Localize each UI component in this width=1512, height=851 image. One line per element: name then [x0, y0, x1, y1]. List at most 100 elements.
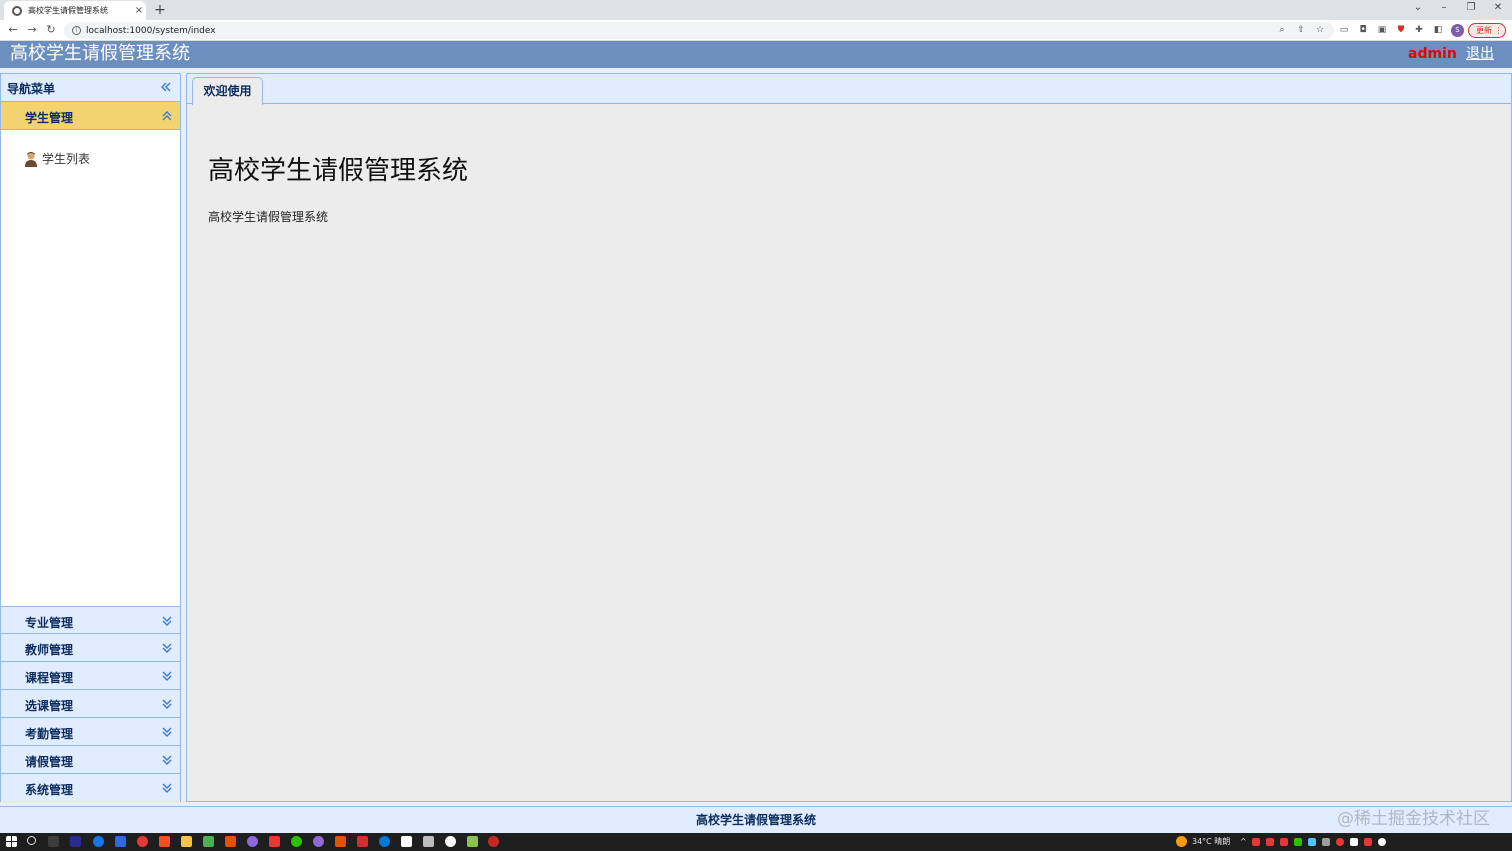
- app-taskbar-icon[interactable]: [445, 836, 456, 847]
- section-label: 学生管理: [25, 111, 74, 125]
- tray-app-icon[interactable]: [1336, 838, 1344, 846]
- section-label: 教师管理: [25, 643, 74, 657]
- collapse-left-icon[interactable]: [159, 80, 173, 94]
- extensions-puzzle-icon[interactable]: ✚: [1413, 24, 1425, 36]
- site-info-icon[interactable]: i: [72, 26, 81, 35]
- app-title: 高校学生请假管理系统: [10, 43, 190, 64]
- welcome-text: 高校学生请假管理系统: [208, 210, 329, 224]
- section-leave-management[interactable]: 请假管理: [1, 746, 180, 774]
- address-bar[interactable]: i localhost:1000/system/index: [64, 22, 1334, 39]
- chevron-double-down-icon[interactable]: [160, 641, 174, 655]
- folder-taskbar-icon[interactable]: [181, 836, 192, 847]
- app-taskbar-icon[interactable]: [159, 836, 170, 847]
- browser-taskbar-icon[interactable]: [93, 836, 104, 847]
- tab-search-icon[interactable]: ⌄: [1410, 2, 1426, 13]
- bookmark-star-icon[interactable]: ☆: [1314, 24, 1326, 36]
- browser-toolbar: ← → ↻ i localhost:1000/system/index ⌕ ⇪ …: [0, 20, 1512, 41]
- windows-start-icon[interactable]: [6, 836, 17, 847]
- menu-item-student-list[interactable]: 学生列表: [23, 150, 90, 167]
- search-icon[interactable]: [27, 836, 36, 845]
- footer-text: 高校学生请假管理系统: [695, 813, 816, 827]
- app-taskbar-icon[interactable]: [269, 836, 280, 847]
- app-taskbar-icon[interactable]: [335, 836, 346, 847]
- tray-app-icon[interactable]: [1378, 838, 1386, 846]
- tray-app-icon[interactable]: [1322, 838, 1330, 846]
- section-teacher-management[interactable]: 教师管理: [1, 634, 180, 662]
- browser-tab-title: 高校学生请假管理系统: [28, 6, 108, 15]
- section-course-management[interactable]: 课程管理: [1, 662, 180, 690]
- tray-app-icon[interactable]: [1252, 838, 1260, 846]
- weather-icon[interactable]: [1176, 836, 1187, 847]
- tray-app-icon[interactable]: [1280, 838, 1288, 846]
- tray-app-icon[interactable]: [1308, 838, 1316, 846]
- app-taskbar-icon[interactable]: [467, 836, 478, 847]
- chevron-double-down-icon[interactable]: [160, 669, 174, 683]
- tray-chevron-icon[interactable]: ^: [1240, 836, 1247, 848]
- app-taskbar-icon[interactable]: [225, 836, 236, 847]
- url-text[interactable]: localhost:1000/system/index: [86, 26, 216, 36]
- app-taskbar-icon[interactable]: [357, 836, 368, 847]
- main-tab-panel: 欢迎使用 高校学生请假管理系统 高校学生请假管理系统: [186, 73, 1512, 802]
- minimize-icon[interactable]: –: [1436, 2, 1452, 13]
- tray-app-icon[interactable]: [1350, 838, 1358, 846]
- sidebar-title: 导航菜单: [7, 82, 56, 96]
- app-taskbar-icon[interactable]: [423, 836, 434, 847]
- chevron-double-up-icon[interactable]: [160, 109, 174, 123]
- menu-item-label: 学生列表: [42, 152, 91, 166]
- app-taskbar-icon[interactable]: [313, 836, 324, 847]
- camera-icon[interactable]: ◘: [1357, 24, 1369, 36]
- section-attendance-management[interactable]: 考勤管理: [1, 718, 180, 746]
- restore-icon[interactable]: ❐: [1463, 2, 1479, 13]
- section-label: 选课管理: [25, 699, 74, 713]
- app-footer: 高校学生请假管理系统 @稀土掘金技术社区: [0, 806, 1512, 833]
- app-taskbar-icon[interactable]: [401, 836, 412, 847]
- section-label: 课程管理: [25, 671, 74, 685]
- chevron-double-down-icon[interactable]: [160, 781, 174, 795]
- app-taskbar-icon[interactable]: [203, 836, 214, 847]
- section-student-management[interactable]: 学生管理: [1, 102, 180, 130]
- app-header: 高校学生请假管理系统 admin 退出: [0, 41, 1512, 68]
- app-taskbar-icon[interactable]: [137, 836, 148, 847]
- sidebar-header: 导航菜单: [1, 74, 180, 102]
- browser-tab[interactable]: 高校学生请假管理系统 ×: [4, 1, 146, 20]
- app-taskbar-icon[interactable]: [488, 836, 499, 847]
- share-icon[interactable]: ⇪: [1295, 24, 1307, 36]
- section-major-management[interactable]: 专业管理: [1, 606, 180, 634]
- chevron-double-down-icon[interactable]: [160, 697, 174, 711]
- os-taskbar: 34°C 晴朗 ^: [0, 833, 1512, 851]
- app-taskbar-icon[interactable]: [247, 836, 258, 847]
- update-button[interactable]: 更新 ⋮: [1468, 23, 1506, 38]
- app-taskbar-icon[interactable]: [115, 836, 126, 847]
- profile-avatar[interactable]: S: [1451, 24, 1464, 37]
- tray-app-icon[interactable]: [1364, 838, 1372, 846]
- chevron-double-down-icon[interactable]: [160, 725, 174, 739]
- weather-text[interactable]: 34°C 晴朗: [1192, 836, 1230, 848]
- forward-icon[interactable]: →: [25, 23, 39, 36]
- section-label: 考勤管理: [25, 727, 74, 741]
- reload-icon[interactable]: ↻: [44, 23, 58, 36]
- section-system-management[interactable]: 系统管理: [1, 774, 180, 802]
- edge-taskbar-icon[interactable]: [379, 836, 390, 847]
- back-icon[interactable]: ←: [6, 23, 20, 36]
- shield-extension-icon[interactable]: ⛊: [1395, 24, 1407, 36]
- image-extension-icon[interactable]: ▣: [1376, 24, 1388, 36]
- section-course-selection-management[interactable]: 选课管理: [1, 690, 180, 718]
- chrome-taskbar-icon[interactable]: [48, 836, 59, 847]
- tray-app-icon[interactable]: [1294, 838, 1302, 846]
- chevron-double-down-icon[interactable]: [160, 614, 174, 628]
- chevron-double-down-icon[interactable]: [160, 753, 174, 767]
- wechat-taskbar-icon[interactable]: [291, 836, 302, 847]
- browser-tabstrip: 高校学生请假管理系统 × + ⌄ – ❐ ✕: [0, 0, 1512, 20]
- side-panel-icon[interactable]: ◧: [1432, 24, 1444, 36]
- zoom-icon[interactable]: ⌕: [1276, 24, 1288, 36]
- tab-welcome[interactable]: 欢迎使用: [192, 77, 263, 105]
- logout-link[interactable]: 退出: [1466, 44, 1494, 64]
- new-tab-button[interactable]: +: [152, 2, 168, 18]
- welcome-heading: 高校学生请假管理系统: [208, 156, 469, 186]
- cast-icon[interactable]: ▭: [1338, 24, 1350, 36]
- tray-app-icon[interactable]: [1266, 838, 1274, 846]
- close-tab-icon[interactable]: ×: [132, 5, 146, 16]
- close-window-icon[interactable]: ✕: [1490, 2, 1506, 13]
- section-label: 系统管理: [25, 783, 74, 797]
- ide-taskbar-icon[interactable]: [70, 836, 81, 847]
